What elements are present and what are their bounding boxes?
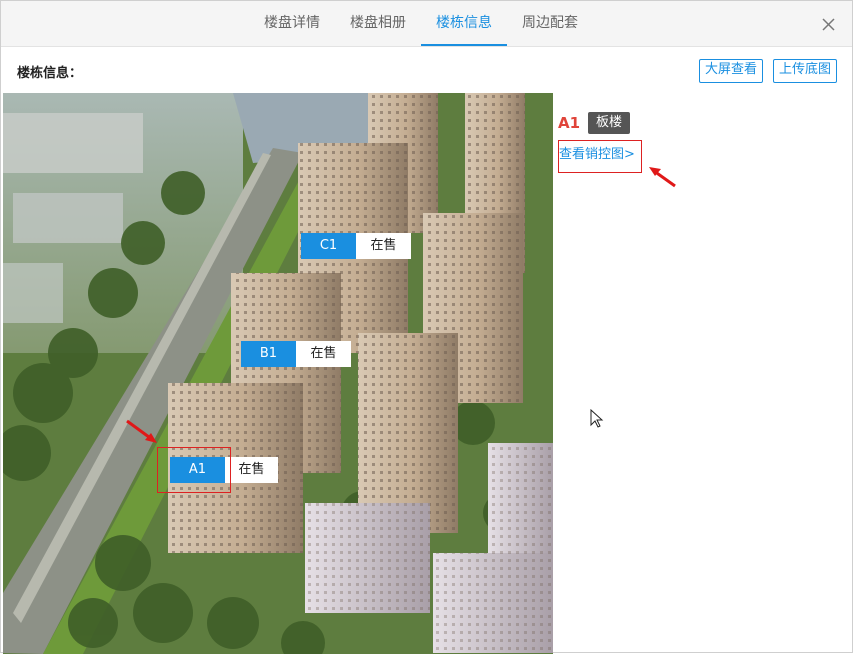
close-icon[interactable] bbox=[818, 14, 838, 34]
sales-link-label: 查看销控图> bbox=[559, 147, 635, 162]
tab-surroundings[interactable]: 周边配套 bbox=[507, 1, 593, 46]
building-status: 在售 bbox=[356, 233, 411, 259]
building-tag-a1[interactable]: A1 在售 bbox=[170, 457, 278, 483]
building-code: A1 bbox=[170, 457, 225, 483]
building-code: C1 bbox=[301, 233, 356, 259]
building-code: B1 bbox=[241, 341, 296, 367]
building-status: 在售 bbox=[225, 457, 278, 483]
building-status: 在售 bbox=[296, 341, 351, 367]
fullscreen-view-button[interactable]: 大屏查看 bbox=[699, 59, 764, 83]
view-sales-control-link[interactable]: 查看销控图> bbox=[558, 140, 642, 173]
upload-base-map-button[interactable]: 上传底图 bbox=[773, 59, 838, 83]
tab-header: 楼盘详情 楼盘相册 楼栋信息 周边配套 bbox=[1, 1, 852, 47]
red-arrow-icon bbox=[649, 167, 676, 188]
mouse-cursor-icon bbox=[590, 409, 604, 428]
aerial-illustration bbox=[3, 93, 553, 654]
building-type-badge: 板楼 bbox=[588, 112, 631, 134]
building-tag-c1[interactable]: C1 在售 bbox=[301, 233, 411, 259]
building-info-dialog: 楼盘详情 楼盘相册 楼栋信息 周边配套 楼栋信息： 大屏查看 上传底图 C1 在… bbox=[0, 0, 853, 654]
building-tag-b1[interactable]: B1 在售 bbox=[241, 341, 351, 367]
selected-building-code: A1 bbox=[558, 114, 581, 132]
aerial-site-image: C1 在售 B1 在售 A1 在售 bbox=[3, 93, 553, 654]
building-info-label: 楼栋信息： bbox=[17, 66, 83, 81]
red-arrow-icon bbox=[126, 419, 157, 443]
tab-bar: 楼盘详情 楼盘相册 楼栋信息 周边配套 bbox=[249, 1, 593, 46]
tab-property-details[interactable]: 楼盘详情 bbox=[249, 1, 335, 46]
tab-property-album[interactable]: 楼盘相册 bbox=[335, 1, 421, 46]
tab-building-info[interactable]: 楼栋信息 bbox=[421, 1, 507, 46]
